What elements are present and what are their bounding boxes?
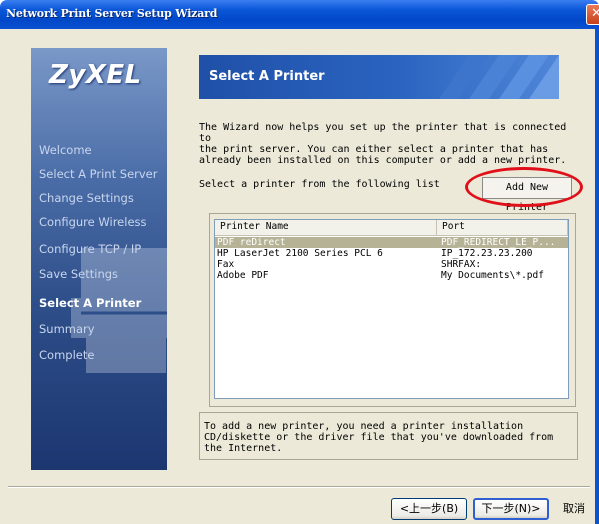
printer-row[interactable]: PDF reDirect PDF_REDIRECT_LE_P...	[215, 237, 568, 248]
zyxel-logo: ZyXEL	[49, 60, 142, 90]
printer-port-cell: My Documents\*.pdf	[441, 270, 544, 281]
close-icon: ✕	[591, 6, 599, 21]
back-button[interactable]: <上一步(B)	[391, 498, 467, 520]
printer-list[interactable]: Printer Name Port PDF reDirect PDF_REDIRE…	[214, 219, 569, 399]
printer-port-cell: IP_172.23.23.200	[441, 248, 533, 259]
printer-row[interactable]: HP LaserJet 2100 Series PCL 6 IP_172.23.2…	[215, 248, 568, 259]
intro-line: already been installed on this computer …	[199, 155, 567, 166]
page-title: Select A Printer	[209, 69, 325, 84]
printer-list-header: Printer Name Port	[215, 220, 568, 236]
sidebar-step: Summary	[39, 322, 95, 336]
intro-line: The Wizard now helps you set up the prin…	[199, 122, 567, 144]
sidebar-step: Select A Printer	[39, 296, 142, 310]
hint-line: To add a new printer, you need a printer…	[204, 421, 524, 432]
window-title: Network Print Server Setup Wizard	[6, 7, 218, 20]
intro-line: the print server. You can either select …	[199, 144, 549, 155]
sidebar-step: Welcome	[39, 143, 92, 157]
printer-name-cell: Adobe PDF	[217, 270, 269, 281]
printer-port-cell: PDF_REDIRECT_LE_P...	[441, 237, 556, 248]
select-printer-label: Select a printer from the following list	[199, 179, 440, 190]
sidebar-step: Complete	[39, 348, 95, 362]
sidebar-step: Configure Wireless	[39, 215, 147, 229]
sidebar-step: Save Settings	[39, 267, 119, 281]
hint-text: To add a new printer, you need a printer…	[204, 421, 564, 454]
footer-separator	[8, 486, 590, 488]
printer-row[interactable]: Fax SHRFAX:	[215, 259, 568, 270]
sidebar-step: Change Settings	[39, 191, 134, 205]
wizard-dialog: ZyXEL Welcome Select A Print Server Change…	[0, 29, 599, 524]
hint-box: To add a new printer, you need a printer…	[199, 412, 578, 460]
printer-name-cell: HP LaserJet 2100 Series PCL 6	[217, 248, 383, 259]
printer-list-group: Printer Name Port PDF reDirect PDF_REDIRE…	[209, 213, 576, 407]
title-bar: Network Print Server Setup Wizard ✕	[0, 0, 599, 29]
hint-line: the Internet.	[204, 443, 283, 454]
next-button[interactable]: 下一步(N)>	[473, 498, 549, 520]
intro-text: The Wizard now helps you set up the prin…	[199, 122, 574, 166]
wizard-sidebar: ZyXEL Welcome Select A Print Server Change…	[31, 48, 167, 470]
sidebar-step: Configure TCP / IP	[39, 242, 142, 256]
wizard-content: Select A Printer The Wizard now helps yo…	[176, 48, 590, 470]
printer-port-cell: SHRFAX:	[441, 259, 482, 270]
printer-name-cell: PDF reDirect	[217, 237, 286, 248]
printer-row[interactable]: Adobe PDF My Documents\*.pdf	[215, 270, 568, 281]
hint-line: CD/diskette or the driver file that you'…	[204, 432, 554, 443]
page-banner: Select A Printer	[199, 55, 559, 99]
add-new-printer-button[interactable]: Add New Printer	[482, 177, 572, 213]
column-header-port[interactable]: Port	[437, 220, 568, 235]
column-header-printer-name[interactable]: Printer Name	[215, 220, 437, 235]
sidebar-step: Select A Print Server	[39, 167, 158, 181]
banner-decoration	[439, 55, 559, 99]
printer-name-cell: Fax	[217, 259, 235, 270]
close-button[interactable]: ✕	[586, 4, 599, 25]
cancel-button[interactable]: 取消	[555, 498, 593, 520]
